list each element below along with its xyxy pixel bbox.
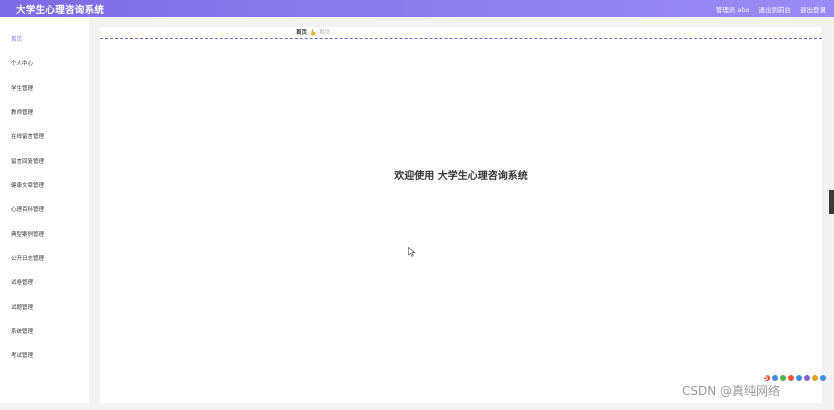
sidebar-item-home[interactable]: 首页 [11,35,22,43]
mouse-cursor-icon [408,247,416,257]
top-header-bar: 大学生心理咨询系统 管理员 abo 退出到前台 退出登录 [0,0,834,17]
sidebar-item-psych-encyclopedia[interactable]: 心理百科管理 [11,205,44,213]
lang-icon[interactable] [772,375,778,381]
sidebar-item-online-messages[interactable]: 在线留言管理 [11,132,44,140]
sidebar-item-system[interactable]: 系统管理 [11,327,33,335]
side-drawer-handle[interactable] [829,190,834,214]
breadcrumb: 首页 首页 [296,28,330,36]
exit-to-frontend-link[interactable]: 退出到前台 [759,4,792,14]
breadcrumb-current: 首页 [319,30,331,36]
main-content: 首页 首页 欢迎使用 大学生心理咨询系统 [100,27,822,403]
hand-icon [310,28,316,36]
emoji-icon[interactable] [788,375,794,381]
logout-link[interactable]: 退出登录 [800,4,826,14]
admin-label: 管理员 abo [715,5,750,14]
keyboard-icon[interactable] [804,375,810,381]
breadcrumb-bar: 首页 首页 [100,27,822,39]
punctuation-icon[interactable] [780,375,786,381]
app-title: 大学生心理咨询系统 [16,4,105,16]
sidebar-item-exam-papers[interactable]: 试卷管理 [11,278,33,286]
sidebar-item-message-replies[interactable]: 留言回复管理 [11,157,44,165]
sidebar-item-students[interactable]: 学生管理 [11,84,33,92]
app-layout: 首页 个人中心 学生管理 教师管理 在线留言管理 留言回复管理 健康文章管理 心… [0,17,834,410]
input-toolbar: S [764,375,826,382]
input-method-logo-icon: S [764,375,770,382]
sidebar-item-teachers[interactable]: 教师管理 [11,108,33,116]
sidebar-menu: 首页 个人中心 学生管理 教师管理 在线留言管理 留言回复管理 健康文章管理 心… [0,17,89,403]
sidebar-item-questions[interactable]: 试题管理 [11,303,33,311]
mic-icon[interactable] [796,375,802,381]
watermark: CSDN @真纯网络 [682,384,781,398]
top-actions: 管理员 abo 退出到前台 退出登录 [716,4,826,14]
sidebar-item-health-articles[interactable]: 健康文章管理 [11,181,44,189]
cropped-caption [285,403,545,410]
welcome-message: 欢迎使用 大学生心理咨询系统 [394,171,528,182]
sidebar-item-exams[interactable]: 考试管理 [11,351,33,359]
breadcrumb-home-link[interactable]: 首页 [296,28,307,36]
menu-icon[interactable] [820,375,826,381]
sidebar-item-personal-center[interactable]: 个人中心 [11,59,33,67]
sidebar-item-typical-cases[interactable]: 典型案例管理 [11,230,44,238]
skin-icon[interactable] [812,375,818,381]
sidebar-item-public-logs[interactable]: 公开日志管理 [11,254,44,262]
